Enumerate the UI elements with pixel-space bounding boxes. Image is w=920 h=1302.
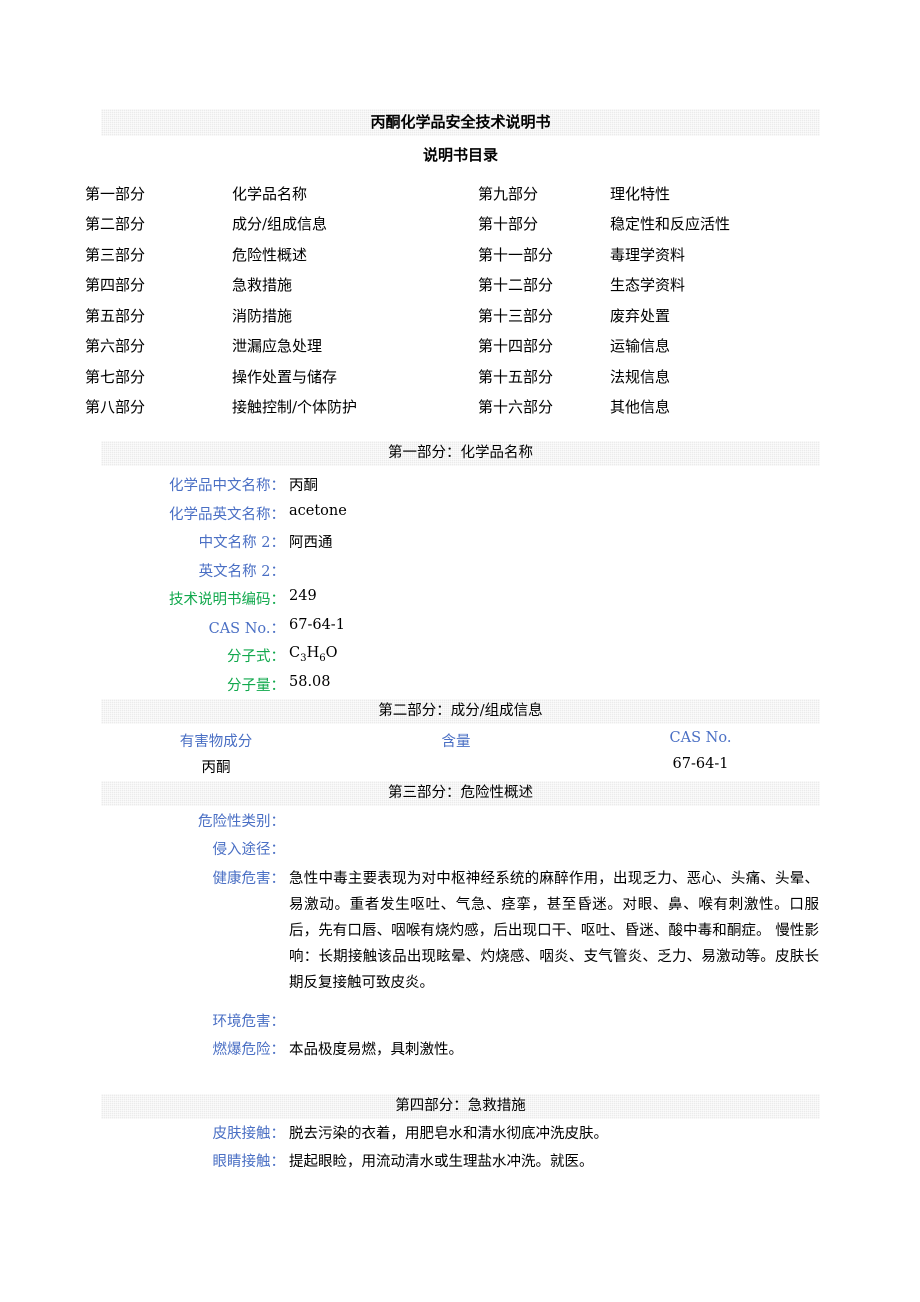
table-row: 丙酮 67-64-1 — [101, 756, 820, 777]
field-label: 英文名称 2： — [198, 563, 285, 580]
toc-left-number: 第五部分 — [85, 306, 146, 325]
field-value: 急性中毒主要表现为对中枢神经系统的麻醉作用，出现乏力、恶心、头痛、头晕、易激动。… — [289, 871, 819, 991]
toc-right-title[interactable]: 废弃处置 — [610, 305, 830, 326]
toc-row: 第一部分 化学品名称 第九部分 理化特性 — [85, 178, 845, 209]
document-subtitle: 说明书目录 — [422, 146, 498, 164]
toc-row: 第三部分 危险性概述 第十一部分 毒理学资料 — [85, 239, 845, 270]
field-label: 危险性类别： — [198, 814, 285, 830]
toc-left-title[interactable]: 成分/组成信息 — [232, 213, 478, 234]
field-value: C3H6O — [289, 645, 338, 664]
column-header-cas: CAS No. — [669, 730, 732, 746]
field-row: 中文名称 2： 阿西通 — [101, 531, 820, 552]
field-label: 眼睛接触： — [212, 1154, 286, 1170]
msds-page: 丙酮化学品安全技术说明书 说明书目录 第一部分 化学品名称 第九部分 理化特性第二部分… — [0, 0, 920, 1302]
field-label: 健康危害： — [212, 871, 286, 887]
composition-table-header: 有害物成分 含量 CAS No. — [101, 730, 820, 751]
toc-right-title[interactable]: 理化特性 — [610, 183, 830, 204]
toc-right-number: 第十三部分 — [478, 306, 554, 325]
toc-left-title[interactable]: 操作处置与储存 — [232, 366, 478, 387]
field-row: 化学品英文名称： acetone — [101, 503, 820, 524]
field-hazard-category: 危险性类别： — [101, 810, 820, 831]
toc-left-title[interactable]: 消防措施 — [232, 305, 478, 326]
field-route-of-entry: 侵入途径： — [101, 838, 820, 859]
field-value: 阿西通 — [289, 535, 333, 551]
toc-left-number: 第四部分 — [85, 276, 146, 295]
toc-left-number: 第八部分 — [85, 398, 146, 417]
toc-left-title[interactable]: 泄漏应急处理 — [232, 335, 478, 356]
toc-left-number: 第六部分 — [85, 337, 146, 356]
toc-left-title[interactable]: 化学品名称 — [232, 183, 478, 204]
toc-right-number: 第十二部分 — [478, 276, 554, 295]
section-4-header: 第四部分：急救措施 — [101, 1094, 820, 1119]
cell-component: 丙酮 — [201, 760, 231, 776]
toc-right-number: 第十四部分 — [478, 337, 554, 356]
column-header-component: 有害物成分 — [179, 734, 253, 750]
toc-right-number: 第十五部分 — [478, 367, 554, 386]
field-label: 皮肤接触： — [212, 1126, 286, 1142]
cell-content — [331, 756, 581, 777]
field-label: 技术说明书编码： — [169, 592, 285, 608]
field-label: 燃爆危险： — [212, 1042, 286, 1058]
toc-right-title[interactable]: 生态学资料 — [610, 274, 830, 295]
field-skin-contact: 皮肤接触： 脱去污染的衣着，用肥皂水和清水彻底冲洗皮肤。 — [101, 1122, 820, 1143]
field-value: 丙酮 — [289, 478, 318, 494]
toc-left-number: 第二部分 — [85, 215, 146, 234]
field-row: 分子式： C3H6O — [101, 645, 820, 666]
section-3-header: 第三部分：危险性概述 — [101, 781, 820, 806]
field-label: 化学品英文名称： — [169, 506, 285, 523]
toc-right-title[interactable]: 稳定性和反应活性 — [610, 213, 830, 234]
field-health-hazard: 健康危害： 急性中毒主要表现为对中枢神经系统的麻醉作用，出现乏力、恶心、头痛、头… — [101, 866, 820, 996]
toc-right-title[interactable]: 法规信息 — [610, 366, 830, 387]
cell-cas: 67-64-1 — [672, 756, 729, 772]
field-label: 中文名称 2： — [198, 535, 285, 551]
toc-left-title[interactable]: 接触控制/个体防护 — [232, 396, 478, 417]
toc-right-number: 第九部分 — [478, 184, 539, 203]
field-label: 侵入途径： — [212, 842, 286, 858]
field-label: 化学品中文名称： — [169, 478, 285, 494]
field-eye-contact: 眼睛接触： 提起眼睑，用流动清水或生理盐水冲洗。就医。 — [101, 1150, 820, 1171]
field-row: 化学品中文名称： 丙酮 — [101, 474, 820, 495]
toc-right-title[interactable]: 运输信息 — [610, 335, 830, 356]
toc-row: 第八部分 接触控制/个体防护 第十六部分 其他信息 — [85, 392, 845, 423]
field-environmental-hazard: 环境危害： — [101, 1010, 820, 1031]
section-2-header: 第二部分：成分/组成信息 — [101, 699, 820, 724]
field-value: 249 — [289, 588, 317, 604]
field-row: CAS No.： 67-64-1 — [101, 617, 820, 638]
toc-row: 第二部分 成分/组成信息 第十部分 稳定性和反应活性 — [85, 209, 845, 240]
field-row: 英文名称 2： — [101, 560, 820, 581]
field-row: 分子量： 58.08 — [101, 674, 820, 695]
field-value: 67-64-1 — [289, 616, 345, 633]
field-label: 分子式： — [227, 649, 285, 665]
section-1-header: 第一部分：化学品名称 — [101, 441, 820, 466]
field-label: 分子量： — [227, 677, 285, 694]
field-value: 本品极度易燃，具刺激性。 — [289, 1042, 463, 1058]
toc-right-title[interactable]: 毒理学资料 — [610, 244, 830, 265]
field-label: 环境危害： — [212, 1014, 286, 1030]
toc-row: 第五部分 消防措施 第十三部分 废弃处置 — [85, 300, 845, 331]
field-value: 提起眼睑，用流动清水或生理盐水冲洗。就医。 — [289, 1154, 594, 1170]
field-fire-explosion-hazard: 燃爆危险： 本品极度易燃，具刺激性。 — [101, 1038, 820, 1059]
toc-right-title[interactable]: 其他信息 — [610, 396, 830, 417]
field-value: acetone — [289, 502, 347, 519]
toc-row: 第六部分 泄漏应急处理 第十四部分 运输信息 — [85, 331, 845, 362]
field-row: 技术说明书编码： 249 — [101, 588, 820, 609]
toc-right-number: 第十六部分 — [478, 398, 554, 417]
toc-right-number: 第十部分 — [478, 215, 539, 234]
table-of-contents: 第一部分 化学品名称 第九部分 理化特性第二部分 成分/组成信息 第十部分 稳定性和反应活性… — [85, 178, 845, 422]
toc-left-number: 第三部分 — [85, 245, 146, 264]
field-value: 脱去污染的衣着，用肥皂水和清水彻底冲洗皮肤。 — [289, 1126, 608, 1142]
document-title: 丙酮化学品安全技术说明书 — [101, 109, 820, 136]
toc-row: 第四部分 急救措施 第十二部分 生态学资料 — [85, 270, 845, 301]
toc-left-title[interactable]: 危险性概述 — [232, 244, 478, 265]
field-value: 58.08 — [289, 673, 331, 690]
column-header-content: 含量 — [441, 734, 471, 750]
toc-left-number: 第七部分 — [85, 367, 146, 386]
toc-row: 第七部分 操作处置与储存 第十五部分 法规信息 — [85, 361, 845, 392]
field-label: CAS No.： — [208, 620, 285, 637]
toc-left-title[interactable]: 急救措施 — [232, 274, 478, 295]
toc-right-number: 第十一部分 — [478, 245, 554, 264]
toc-left-number: 第一部分 — [85, 184, 146, 203]
